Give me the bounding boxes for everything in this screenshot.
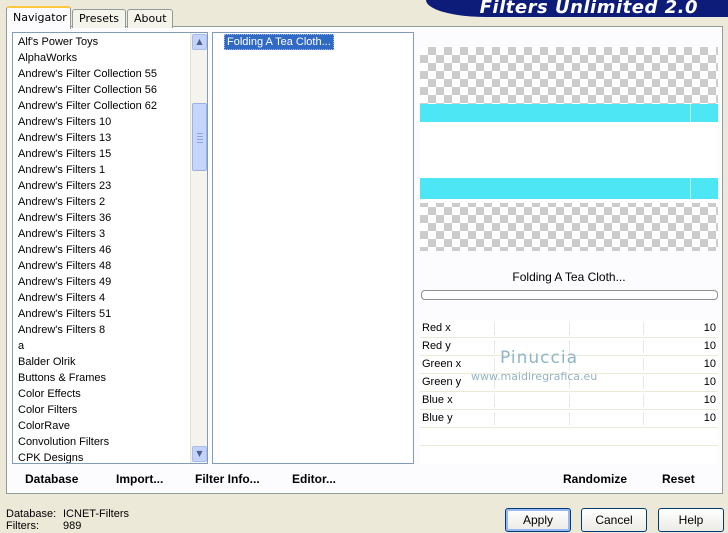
- database-value: ICNET-Filters: [63, 508, 129, 520]
- category-item[interactable]: Andrew's Filters 23: [18, 178, 111, 194]
- title-banner: Filters Unlimited 2.0: [426, 0, 728, 17]
- param-row-empty: [420, 428, 718, 446]
- apply-button[interactable]: Apply: [505, 508, 571, 532]
- param-row[interactable]: Blue x 10: [420, 392, 718, 410]
- filters-count-label: Filters:: [6, 520, 39, 532]
- category-item[interactable]: Andrew's Filter Collection 62: [18, 98, 157, 114]
- param-value: 10: [703, 358, 716, 370]
- editor-button[interactable]: Editor...: [290, 470, 338, 488]
- category-item[interactable]: Color Filters: [18, 402, 77, 418]
- app-title: Filters Unlimited 2.0: [479, 0, 698, 17]
- filter-info-button[interactable]: Filter Info...: [193, 470, 262, 488]
- import-button[interactable]: Import...: [114, 470, 165, 488]
- category-item[interactable]: Andrew's Filters 8: [18, 322, 105, 338]
- param-value: 10: [703, 412, 716, 424]
- category-item[interactable]: Andrew's Filters 2: [18, 194, 105, 210]
- category-item[interactable]: a: [18, 338, 24, 354]
- category-item[interactable]: CPK Designs: [18, 450, 83, 463]
- watermark-name: Pinuccia: [500, 348, 578, 368]
- category-item[interactable]: Color Effects: [18, 386, 81, 402]
- param-row[interactable]: Blue y 10: [420, 410, 718, 428]
- filter-list[interactable]: Folding A Tea Cloth...: [212, 32, 414, 464]
- category-item[interactable]: Andrew's Filters 1: [18, 162, 105, 178]
- param-label: Green x: [422, 358, 462, 370]
- preview-band-cyan-bottom: [420, 178, 718, 199]
- category-item[interactable]: Andrew's Filters 51: [18, 306, 111, 322]
- reset-button[interactable]: Reset: [660, 470, 697, 488]
- param-label: Blue y: [422, 412, 453, 424]
- param-value: 10: [703, 394, 716, 406]
- category-item[interactable]: ColorRave: [18, 418, 70, 434]
- param-row[interactable]: Red x 10: [420, 320, 718, 338]
- category-item[interactable]: Andrew's Filters 46: [18, 242, 111, 258]
- category-item[interactable]: AlphaWorks: [18, 50, 77, 66]
- tab-about[interactable]: About: [127, 9, 173, 28]
- parameter-list: Red x 10 Red y 10 Green x 10 Green y 10 …: [420, 320, 718, 464]
- category-item[interactable]: Andrew's Filter Collection 55: [18, 66, 157, 82]
- action-toolbar: Database Import... Filter Info... Editor…: [10, 466, 716, 492]
- database-label: Database:: [6, 508, 57, 520]
- category-item[interactable]: Andrew's Filters 10: [18, 114, 111, 130]
- current-filter-name: Folding A Tea Cloth...: [512, 270, 626, 284]
- scroll-up-button[interactable]: ▲: [192, 34, 207, 50]
- category-item[interactable]: Balder Olrik: [18, 354, 75, 370]
- preview-area: [420, 47, 718, 251]
- database-button[interactable]: Database: [23, 470, 80, 488]
- category-item[interactable]: Andrew's Filters 49: [18, 274, 111, 290]
- param-row-empty: [420, 446, 718, 464]
- randomize-button[interactable]: Randomize: [561, 470, 629, 488]
- param-label: Red y: [422, 340, 451, 352]
- param-value: 10: [703, 376, 716, 388]
- param-label: Red x: [422, 322, 451, 334]
- category-item[interactable]: Convolution Filters: [18, 434, 109, 450]
- category-item[interactable]: Andrew's Filters 4: [18, 290, 105, 306]
- param-value: 10: [703, 340, 716, 352]
- category-item[interactable]: Andrew's Filters 13: [18, 130, 111, 146]
- watermark-url: www.maidiregrafica.eu: [471, 370, 598, 383]
- category-item[interactable]: Buttons & Frames: [18, 370, 106, 386]
- category-item[interactable]: Alf's Power Toys: [18, 34, 98, 50]
- tab-presets[interactable]: Presets: [72, 9, 126, 28]
- param-value: 10: [703, 322, 716, 334]
- preview-band-white: [420, 122, 718, 178]
- preview-band-cyan-top: [420, 104, 718, 122]
- tab-navigator[interactable]: Navigator: [6, 6, 71, 29]
- progress-bar: [421, 290, 718, 300]
- param-label: Green y: [422, 376, 462, 388]
- category-item[interactable]: Andrew's Filters 3: [18, 226, 105, 242]
- category-item[interactable]: Andrew's Filters 48: [18, 258, 111, 274]
- scroll-down-button[interactable]: ▼: [192, 446, 207, 462]
- scroll-thumb[interactable]: [192, 103, 207, 171]
- category-scrollbar[interactable]: ▲ ▼: [190, 33, 207, 463]
- category-item[interactable]: Andrew's Filters 15: [18, 146, 111, 162]
- category-list[interactable]: Alf's Power Toys AlphaWorks Andrew's Filte…: [12, 32, 208, 464]
- cancel-button[interactable]: Cancel: [581, 508, 647, 532]
- help-button[interactable]: Help: [658, 508, 724, 532]
- filters-count-value: 989: [63, 520, 82, 532]
- param-label: Blue x: [422, 394, 453, 406]
- category-item[interactable]: Andrew's Filter Collection 56: [18, 82, 157, 98]
- category-item[interactable]: Andrew's Filters 36: [18, 210, 111, 226]
- filter-item-selected[interactable]: Folding A Tea Cloth...: [224, 34, 334, 50]
